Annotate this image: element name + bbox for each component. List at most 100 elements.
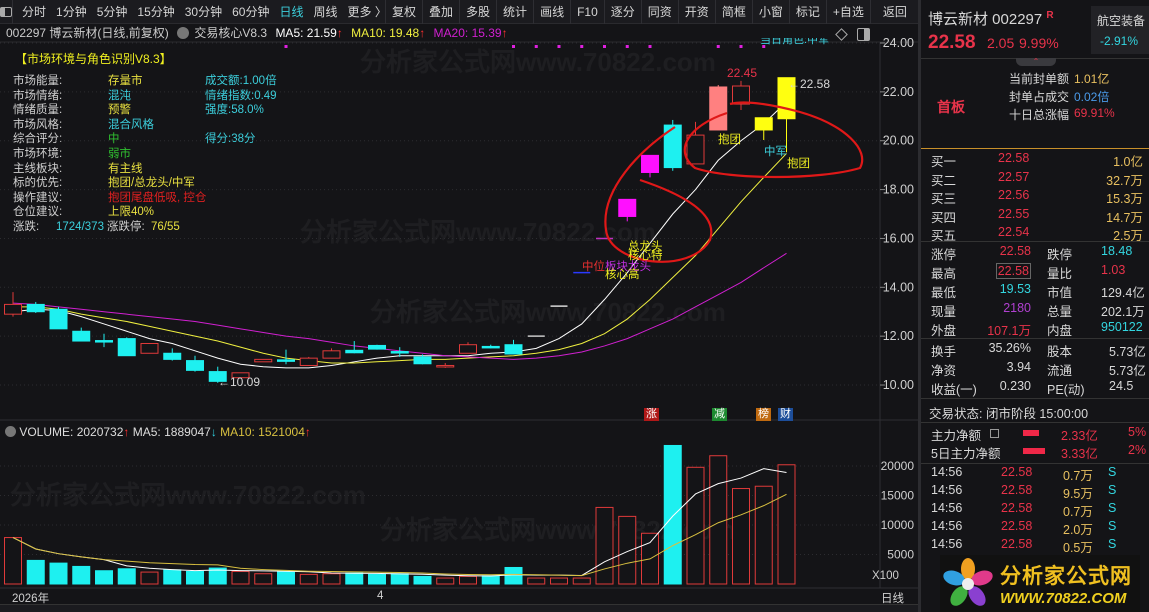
volume-bar — [754, 485, 773, 585]
volume-bar — [390, 573, 409, 585]
volume-bar — [345, 572, 364, 585]
candle — [254, 358, 273, 363]
price-change-pct: 9.99% — [1019, 35, 1059, 51]
quote-sidebar: 博云新材 002297 R 22.58 2.05 9.99% 航空装备 -2.9… — [920, 0, 1149, 612]
volume-bar — [732, 488, 750, 585]
last-price-text: 22.58 — [800, 77, 831, 91]
sector-box[interactable]: 航空装备 -2.91% — [1091, 6, 1149, 54]
stat-label: 总量 — [1047, 305, 1073, 319]
arrow-up-icon: ↑ — [304, 425, 311, 439]
volume-bar — [436, 577, 455, 585]
stat-value: 950122 — [1101, 320, 1143, 334]
stat-label: 换手 — [931, 345, 957, 359]
stat-value: 19.53 — [999, 282, 1031, 296]
candle — [26, 303, 45, 313]
bid-label: 买二 — [931, 173, 957, 188]
divider — [921, 241, 1149, 242]
bid-price[interactable]: 22.57 — [998, 170, 1029, 184]
stat-value: 35.26% — [988, 341, 1031, 355]
seal-value: 0.02倍 — [1074, 90, 1110, 104]
volume-bar — [26, 559, 45, 585]
candle — [459, 344, 477, 354]
bid-price[interactable]: 22.54 — [998, 225, 1029, 239]
tick-side: S — [1108, 465, 1117, 479]
price-volume-chart[interactable]: 24.00 22.00 20.00 18.00 16.00 14.00 12.00 10.00… — [0, 0, 918, 612]
volume-bar — [504, 566, 523, 585]
signal-dot — [557, 45, 561, 48]
flow-value: 2.33亿 — [1061, 429, 1098, 443]
seal-value: 69.91% — [1074, 106, 1115, 120]
candle — [4, 303, 22, 315]
event-tag[interactable]: 榜 — [756, 408, 771, 421]
bid-label: 买一 — [931, 155, 957, 169]
stat-value: 1.03 — [1101, 263, 1126, 277]
tick-price: 22.58 — [1001, 537, 1033, 551]
volume-bar — [413, 575, 432, 585]
event-tag[interactable]: 涨 — [644, 408, 659, 421]
price-tick-label: 20.00 — [883, 134, 914, 148]
signal-dot — [284, 45, 288, 48]
signal-dot — [648, 45, 652, 48]
price-change: 2.05 — [987, 35, 1015, 51]
candle — [368, 344, 386, 350]
candle — [117, 338, 136, 357]
tick-price: 22.58 — [1001, 519, 1033, 533]
bid-label: 买四 — [931, 210, 957, 225]
divider — [921, 338, 1149, 339]
stat-value: 24.5 — [1109, 379, 1134, 393]
site-logo: 分析家公式网 WWW.70822.COM — [940, 555, 1140, 612]
annotation-top-role: 当日角色:中军 — [760, 38, 830, 46]
candle — [345, 349, 364, 354]
volume-bar — [49, 562, 68, 585]
volume-dropdown-icon[interactable] — [5, 426, 16, 437]
event-tag[interactable]: 减 — [712, 408, 727, 421]
logo-url: WWW.70822.COM — [1000, 590, 1127, 607]
bottom-tab-strip[interactable] — [0, 604, 918, 612]
volume-bar — [277, 570, 295, 585]
divider — [921, 422, 1149, 423]
price-tick-label: 14.00 — [883, 280, 914, 294]
volume-bar — [459, 575, 477, 585]
tick-side: S — [1108, 501, 1117, 515]
event-tag[interactable]: 财 — [778, 408, 793, 421]
candle — [754, 117, 773, 131]
volume-bar — [595, 506, 614, 585]
volume-bar — [481, 575, 500, 585]
divider — [921, 463, 1149, 464]
stock-name: 博云新材 002297 R — [928, 8, 1054, 29]
volume-header: VOLUME: 2020732↑ MA5: 1889047↓ MA10: 152… — [5, 425, 311, 440]
flow-pct: 2% — [1128, 443, 1147, 457]
volume-bar — [299, 573, 318, 585]
stat-label: 量比 — [1047, 267, 1073, 281]
collapse-button[interactable]: ⌃ — [1016, 58, 1056, 66]
candle — [436, 364, 455, 368]
bid-price[interactable]: 22.55 — [998, 207, 1029, 221]
last-price-label: ←22.58 — [788, 77, 830, 91]
tick-price: 22.58 — [1001, 465, 1033, 479]
price-tick-label: 18.00 — [883, 183, 914, 197]
bid-price[interactable]: 22.56 — [998, 188, 1029, 202]
signal-dot — [580, 45, 584, 48]
volume-tick-label: 5000 — [887, 548, 914, 562]
candle — [481, 345, 500, 349]
price-tick-label: 22.00 — [883, 85, 914, 99]
volume-tick-label: 15000 — [881, 489, 915, 503]
candle — [49, 308, 68, 330]
flow-bar — [1023, 430, 1040, 436]
list-icon[interactable] — [990, 429, 999, 438]
tick-side: S — [1108, 537, 1117, 551]
stock-name-text: 博云新材 002297 — [928, 11, 1043, 28]
signal-dot — [603, 45, 606, 48]
volume-bar — [686, 466, 705, 585]
role-hexingao-label: 核心高 — [605, 269, 640, 281]
tick-volume: 0.7万 — [1063, 469, 1093, 483]
stat-value: 5.73亿 — [1109, 364, 1146, 378]
low-price-text: 10.09 — [230, 375, 261, 389]
stat-value: 5.73亿 — [1109, 345, 1146, 359]
bid-volume: 1.0亿 — [1113, 155, 1143, 169]
tick-volume: 2.0万 — [1063, 523, 1093, 537]
seal-value: 1.01亿 — [1074, 72, 1110, 86]
stat-label: PE(动) — [1047, 383, 1085, 397]
last-price: 22.58 — [928, 32, 976, 53]
bid-price[interactable]: 22.58 — [998, 151, 1029, 165]
